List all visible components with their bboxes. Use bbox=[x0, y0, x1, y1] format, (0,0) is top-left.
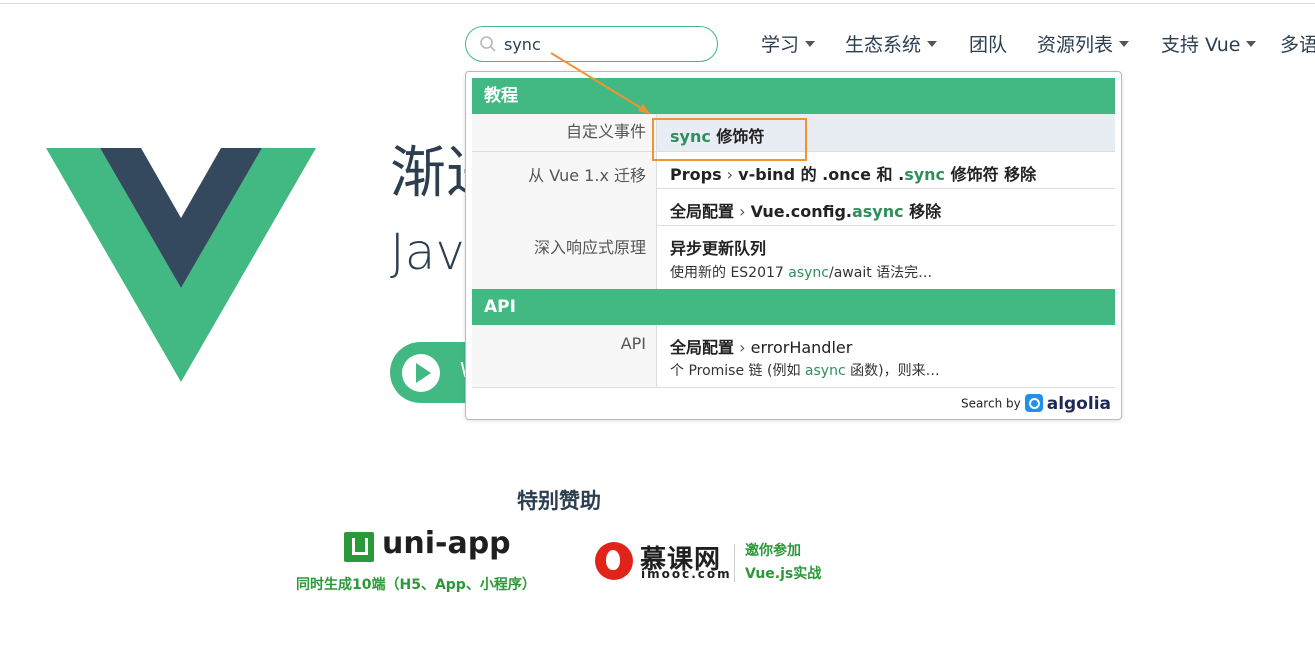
nav-languages-label: 多语 bbox=[1280, 34, 1315, 56]
result-subcategory: 从 Vue 1.x 迁移 bbox=[472, 152, 657, 226]
search-input[interactable] bbox=[504, 34, 704, 54]
caret-down-icon bbox=[1119, 40, 1130, 47]
result-row[interactable]: 全局配置 › Vue.config.async 移除 bbox=[657, 189, 1115, 226]
imooc-tag-course: Vue.js实战 bbox=[745, 566, 822, 582]
nav-resources-label: 资源列表 bbox=[1037, 34, 1114, 56]
results-category-header: API bbox=[472, 289, 1115, 325]
divider bbox=[734, 544, 735, 582]
result-subcategory: API bbox=[472, 325, 657, 387]
caret-down-icon bbox=[927, 40, 938, 47]
result-title: 异步更新队列 bbox=[670, 239, 767, 258]
nav-support-label: 支持 Vue bbox=[1161, 34, 1241, 56]
nav-languages[interactable]: 多语 bbox=[1280, 30, 1315, 56]
nav-support-vue[interactable]: 支持 Vue bbox=[1161, 30, 1257, 56]
result-title: 全局配置 › Vue.config.async 移除 bbox=[670, 202, 942, 221]
search-icon bbox=[480, 36, 496, 52]
nav-ecosystem[interactable]: 生态系统 bbox=[845, 30, 938, 56]
results-category-header: 教程 bbox=[472, 78, 1115, 114]
search-by-algolia[interactable]: Search by algolia bbox=[961, 394, 1111, 414]
nav-learn-label: 学习 bbox=[761, 34, 800, 56]
result-snippet: 使用新的 ES2017 async/await 语法完… bbox=[670, 265, 933, 281]
imooc-domain: imooc.com bbox=[641, 567, 732, 581]
hero-subtitle: Jav bbox=[390, 223, 465, 281]
result-title: 全局配置 › errorHandler bbox=[670, 338, 853, 357]
uni-app-tagline: 同时生成10端（H5、App、小程序） bbox=[296, 577, 536, 593]
top-border bbox=[0, 3, 1315, 4]
search-box[interactable] bbox=[465, 26, 718, 62]
annotation-highlight-box bbox=[652, 118, 807, 161]
result-subcategory: 自定义事件 bbox=[472, 114, 657, 151]
result-snippet: 个 Promise 链 (例如 async 函数)，则来… bbox=[670, 363, 940, 379]
result-row[interactable]: 深入响应式原理 异步更新队列 使用新的 ES2017 async/await 语… bbox=[472, 226, 1115, 289]
result-title: Props › v-bind 的 .once 和 .sync 修饰符 移除 bbox=[670, 165, 1037, 184]
nav-team-label: 团队 bbox=[969, 34, 1008, 56]
uni-app-name: uni-app bbox=[382, 526, 511, 561]
search-by-label: Search by bbox=[960, 396, 1021, 411]
vue-logo bbox=[46, 148, 316, 382]
caret-down-icon bbox=[1246, 40, 1257, 47]
imooc-icon bbox=[595, 542, 633, 580]
caret-down-icon bbox=[805, 40, 816, 47]
algolia-icon bbox=[1024, 394, 1043, 412]
result-subcategory: 深入响应式原理 bbox=[472, 226, 657, 289]
special-sponsor-title: 特别赞助 bbox=[517, 489, 601, 513]
uni-app-icon bbox=[344, 532, 374, 562]
imooc-tag-invite: 邀你参加 bbox=[745, 543, 801, 559]
nav-ecosystem-label: 生态系统 bbox=[845, 34, 922, 56]
nav-resources[interactable]: 资源列表 bbox=[1037, 30, 1130, 56]
nav-learn[interactable]: 学习 bbox=[761, 30, 816, 56]
nav-team[interactable]: 团队 bbox=[969, 30, 1007, 56]
result-row[interactable]: API 全局配置 › errorHandler 个 Promise 链 (例如 … bbox=[472, 325, 1115, 388]
play-icon bbox=[402, 354, 440, 392]
algolia-brand: algolia bbox=[1046, 394, 1111, 414]
